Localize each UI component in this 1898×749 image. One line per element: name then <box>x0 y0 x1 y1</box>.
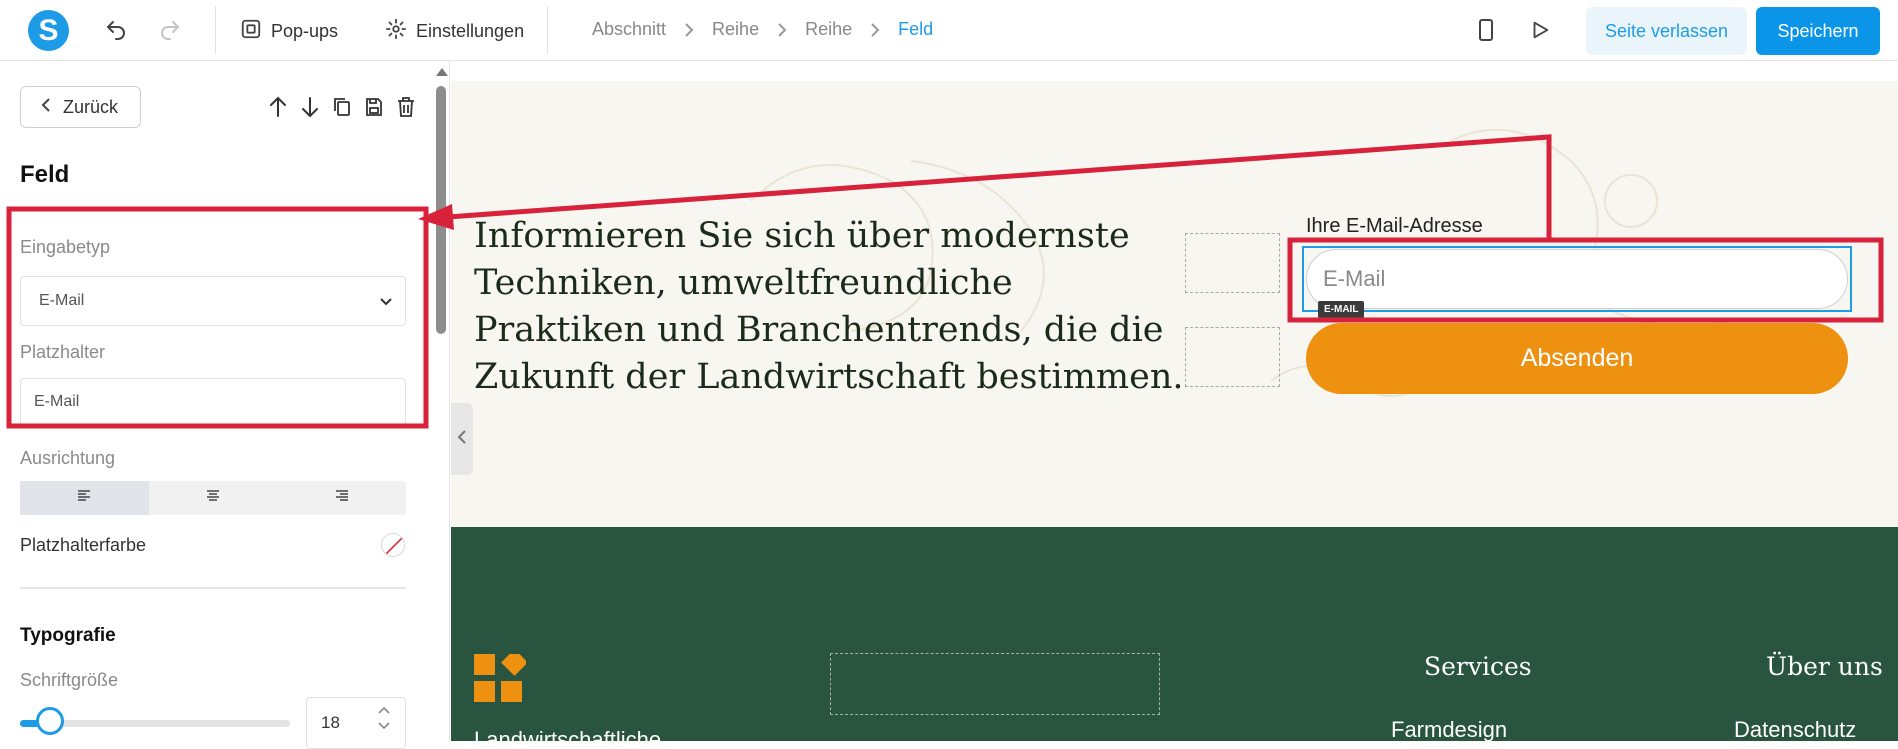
scroll-up-arrow[interactable] <box>436 68 448 76</box>
font-size-label: Schriftgröße <box>20 670 119 690</box>
footer-link-privacy[interactable]: Datenschutz <box>1734 717 1856 741</box>
number-stepper[interactable] <box>377 706 391 730</box>
copy-icon[interactable] <box>330 95 354 119</box>
page-canvas: Informieren Sie sich über modernste Tech… <box>451 61 1898 741</box>
toolbar-divider <box>547 6 548 54</box>
panel-actions <box>266 95 418 119</box>
chevron-left-icon <box>457 429 467 450</box>
leave-page-button[interactable]: Seite verlassen <box>1586 7 1747 55</box>
input-type-value: E-Mail <box>39 292 85 309</box>
panel-scrollbar[interactable] <box>435 66 448 736</box>
panel-title: Feld <box>20 161 70 188</box>
breadcrumb-item-section[interactable]: Abschnitt <box>588 19 670 40</box>
alignment-toggle-group <box>20 481 406 515</box>
settings-button[interactable]: Einstellungen <box>385 13 524 49</box>
empty-column-placeholder[interactable] <box>830 653 1160 715</box>
placeholder-color-label: Platzhalterfarbe <box>20 535 147 555</box>
chevron-right-icon <box>684 22 694 38</box>
redo-icon[interactable] <box>155 15 185 45</box>
align-right-icon <box>334 489 350 508</box>
hero-heading[interactable]: Informieren Sie sich über modernste Tech… <box>474 213 1194 401</box>
chevron-down-icon[interactable] <box>377 721 391 730</box>
popup-icon <box>240 18 262 45</box>
alignment-label: Ausrichtung <box>20 448 116 468</box>
chevron-down-icon <box>379 294 393 312</box>
typography-title: Typografie <box>20 625 116 646</box>
mobile-preview-icon[interactable] <box>1471 15 1501 45</box>
settings-label: Einstellungen <box>416 20 525 41</box>
placeholder-value: E-Mail <box>34 393 80 410</box>
panel-collapse-toggle[interactable] <box>451 403 473 475</box>
input-type-select[interactable]: E-Mail <box>20 276 406 326</box>
breadcrumb-item-row[interactable]: Reihe <box>708 19 763 40</box>
footer-tagline: Landwirtschaftliche <box>474 727 662 741</box>
chevron-right-icon <box>777 22 787 38</box>
selected-element-outline <box>1302 246 1852 312</box>
chevron-left-icon <box>41 97 51 118</box>
scrollbar-thumb[interactable] <box>436 86 446 334</box>
empty-column-placeholder[interactable] <box>1185 327 1280 387</box>
footer-heading-about: Über uns <box>1766 652 1883 681</box>
footer-link-farmdesign[interactable]: Farmdesign <box>1391 717 1507 741</box>
section-divider <box>20 587 406 589</box>
align-right-button[interactable] <box>277 481 406 515</box>
font-size-value: 18 <box>321 713 340 732</box>
back-label: Zurück <box>63 96 119 117</box>
placeholder-input[interactable]: E-Mail <box>20 378 406 426</box>
submit-button[interactable]: Absenden <box>1306 323 1848 394</box>
footer-heading-services: Services <box>1424 652 1532 681</box>
empty-column-placeholder[interactable] <box>1185 233 1280 293</box>
chevron-right-icon <box>870 22 880 38</box>
back-button[interactable]: Zurück <box>20 86 141 128</box>
element-type-badge: E-MAIL <box>1318 301 1365 318</box>
font-size-slider-thumb[interactable] <box>36 707 64 735</box>
play-icon[interactable] <box>1525 15 1555 45</box>
undo-icon[interactable] <box>101 15 131 45</box>
popups-label: Pop-ups <box>271 20 339 41</box>
align-center-button[interactable] <box>149 481 278 515</box>
arrow-up-icon[interactable] <box>266 95 290 119</box>
top-toolbar: S Pop-ups Einstellungen Abschnitt Reihe … <box>0 0 1898 61</box>
trash-icon[interactable] <box>394 95 418 119</box>
breadcrumb: Abschnitt Reihe Reihe Feld <box>588 19 937 40</box>
align-left-icon <box>76 489 92 508</box>
newsletter-section[interactable]: Informieren Sie sich über modernste Tech… <box>451 81 1898 527</box>
font-size-input[interactable]: 18 <box>306 697 406 749</box>
arrow-down-icon[interactable] <box>298 95 322 119</box>
brand-logo-icon <box>474 654 526 702</box>
popups-button[interactable]: Pop-ups <box>240 13 338 49</box>
align-left-button[interactable] <box>20 481 149 515</box>
footer-section[interactable]: Services Über uns Farmdesign Datenschutz… <box>451 527 1898 741</box>
save-button[interactable]: Speichern <box>1756 7 1880 55</box>
app-logo[interactable]: S <box>28 10 69 51</box>
align-center-icon <box>205 489 221 508</box>
placeholder-label: Platzhalter <box>20 342 106 362</box>
save-icon[interactable] <box>362 95 386 119</box>
email-field-label: Ihre E-Mail-Adresse <box>1306 215 1483 237</box>
input-type-label: Eingabetyp <box>20 237 111 257</box>
gear-icon <box>385 18 407 45</box>
breadcrumb-item-row[interactable]: Reihe <box>801 19 856 40</box>
placeholder-color-swatch[interactable] <box>381 533 405 557</box>
properties-panel: Zurück Feld Eingabetyp E-Mail Platzhalte… <box>0 61 450 749</box>
chevron-up-icon[interactable] <box>377 706 391 715</box>
breadcrumb-item-field[interactable]: Feld <box>894 19 937 40</box>
toolbar-divider <box>215 6 216 54</box>
